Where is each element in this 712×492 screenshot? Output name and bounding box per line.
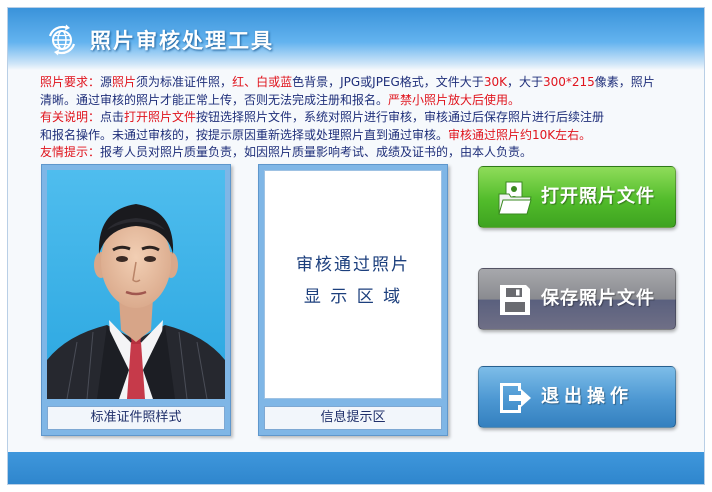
highlight-text: 红、白或蓝 xyxy=(232,75,293,89)
body-text: 和报名操作。未通过审核的，按提示原因重新选择或处理照片直到通过审核。 xyxy=(40,127,449,142)
tips-line: 友情提示：报考人员对照片质量负责，如因照片质量影响考试、成绩及证书的，由本人负责… xyxy=(40,144,670,162)
highlight-text: 严禁小照片放大后使用。 xyxy=(388,92,521,107)
exit-arrow-icon xyxy=(500,383,531,413)
exit-button-label: 退出操作 xyxy=(541,386,633,407)
body-text: 色背景，JPG或JPEG格式，文件大于 xyxy=(292,75,484,89)
body-text: ，大于 xyxy=(506,75,543,89)
requirements-line: 清晰。通过审核的照片才能正常上传，否则无法完成注册和报名。严禁小照片放大后使用。 xyxy=(40,92,670,110)
highlight-text: 友情提示： xyxy=(40,145,101,159)
globe-sync-icon xyxy=(48,24,76,56)
title-bar: 照片审核处理工具 xyxy=(8,8,704,70)
highlight-text: 有关说明： xyxy=(40,110,101,124)
highlight-text: 审核通过照片约10K左右。 xyxy=(448,127,592,142)
sample-photo-caption: 标准证件照样式 xyxy=(47,406,225,430)
approved-photo-display-area: 审核通过照片 显 示 区 域 xyxy=(264,170,442,399)
result-panel: 审核通过照片 显 示 区 域 信息提示区 xyxy=(258,164,448,436)
open-photo-button[interactable]: 打开照片文件 xyxy=(478,166,676,228)
sample-photo-panel: 标准证件照样式 xyxy=(41,164,231,436)
save-photo-button[interactable]: 保存照片文件 xyxy=(478,268,676,330)
status-bar xyxy=(8,452,704,484)
open-folder-icon xyxy=(498,181,532,215)
sample-id-photo xyxy=(47,170,225,399)
save-photo-button-label: 保存照片文件 xyxy=(541,288,655,309)
message-area-caption: 信息提示区 xyxy=(264,406,442,430)
instructions-line: 和报名操作。未通过审核的，按提示原因重新选择或处理照片直到通过审核。审核通过照片… xyxy=(40,127,670,145)
body-text: 源 xyxy=(100,75,113,89)
highlight-text: 30K xyxy=(483,75,507,89)
highlight-text: 照片 xyxy=(112,75,137,89)
app-title: 照片审核处理工具 xyxy=(90,29,274,53)
highlight-text: 照片要求： xyxy=(40,75,101,89)
display-area-placeholder: 审核通过照片 显 示 区 域 xyxy=(265,249,441,313)
highlight-text: 300*215 xyxy=(542,75,595,89)
body-text: 按钮选择照片文件，系统对照片进行审核，审核通过后保存照片进行后续注册 xyxy=(196,110,605,124)
app-window: 照片审核处理工具 照片要求：源照片须为标准证件照，红、白或蓝色背景，JPG或JP… xyxy=(7,7,705,485)
body-text: 像素，照片 xyxy=(594,75,655,89)
body-text: 须为标准证件照， xyxy=(136,75,233,89)
save-disk-icon xyxy=(500,285,530,315)
placeholder-line-1: 审核通过照片 xyxy=(296,255,410,275)
portrait-image xyxy=(47,170,225,399)
body-text: 清晰。通过审核的照片才能正常上传，否则无法完成注册和报名。 xyxy=(40,92,389,107)
body-text: 点击 xyxy=(100,110,125,124)
body-text: 报考人员对照片质量负责，如因照片质量影响考试、成绩及证书的，由本人负责。 xyxy=(100,145,533,159)
open-photo-button-label: 打开照片文件 xyxy=(541,186,655,207)
instructions-panel: 照片要求：源照片须为标准证件照，红、白或蓝色背景，JPG或JPEG格式，文件大于… xyxy=(40,74,670,162)
requirements-line: 照片要求：源照片须为标准证件照，红、白或蓝色背景，JPG或JPEG格式，文件大于… xyxy=(40,74,670,92)
instructions-line: 有关说明：点击打开照片文件按钮选择照片文件，系统对照片进行审核，审核通过后保存照… xyxy=(40,109,670,127)
placeholder-line-2: 显 示 区 域 xyxy=(303,287,403,307)
exit-button[interactable]: 退出操作 xyxy=(478,366,676,428)
highlight-text: 打开照片文件 xyxy=(124,110,197,124)
